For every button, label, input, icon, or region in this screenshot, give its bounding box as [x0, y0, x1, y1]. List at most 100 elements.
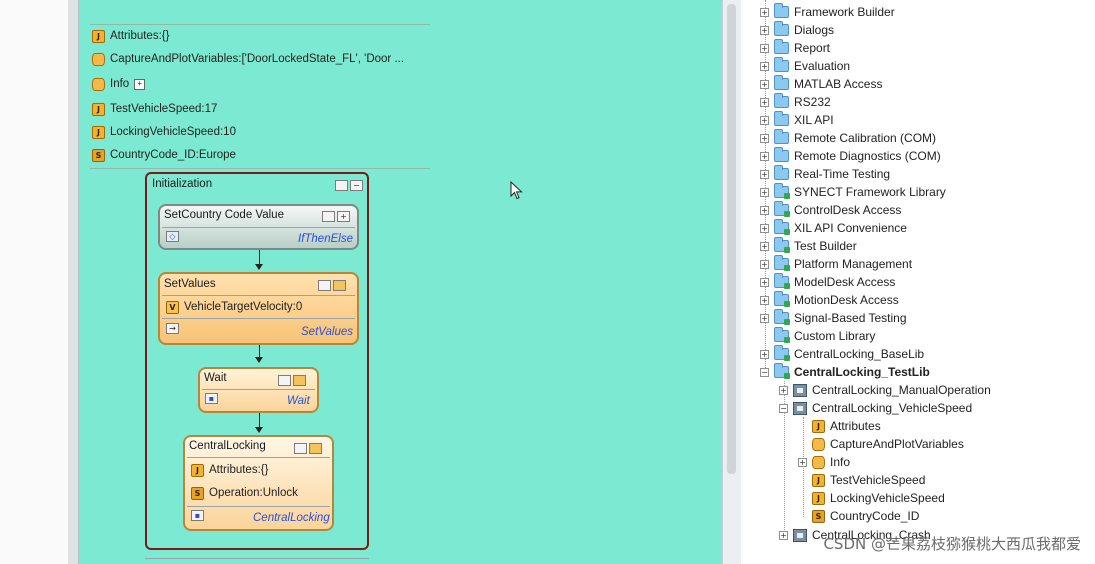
expand-icon[interactable]: + [760, 259, 769, 269]
expand-icon[interactable]: + [779, 385, 788, 395]
tree-folder-real-time-testing[interactable]: + Real-Time Testing [760, 165, 890, 183]
expand-icon[interactable]: + [760, 295, 769, 305]
wait-icon: ▪ [205, 393, 218, 404]
tree-child-capture-plot[interactable]: CaptureAndPlotVariables [798, 435, 964, 453]
tree-label: Report [794, 41, 831, 55]
tree-folder-evaluation[interactable]: + Evaluation [760, 57, 850, 75]
tree-child-test-vehicle-speed[interactable]: J TestVehicleSpeed [798, 471, 925, 489]
tree-label: MotionDesk Access [794, 293, 899, 307]
tree-folder-synect-framework-library[interactable]: + SYNECT Framework Library [760, 183, 946, 201]
expand-icon[interactable]: + [760, 79, 769, 89]
tree-folder-remote-calibration[interactable]: + Remote Calibration (COM) [760, 129, 936, 147]
expand-icon[interactable]: + [760, 97, 769, 107]
collapse-icon[interactable]: − [760, 367, 769, 377]
seq-item-test-vehicle-speed[interactable]: J TestVehicleSpeed:17 [92, 100, 217, 118]
expand-icon[interactable]: + [760, 277, 769, 287]
expand-icon[interactable]: + [760, 43, 769, 53]
collapse-icon[interactable]: − [779, 403, 788, 413]
expand-icon[interactable]: + [760, 115, 769, 125]
expand-icon[interactable]: + [760, 25, 769, 35]
initialization-title: Initialization [152, 178, 213, 190]
properties-icon[interactable] [318, 280, 331, 291]
expand-icon[interactable]: + [760, 7, 769, 17]
expand-icon[interactable]: + [760, 187, 769, 197]
collapse-icon[interactable]: − [350, 180, 363, 191]
tree-folder-test-builder[interactable]: + Test Builder [760, 237, 857, 255]
properties-icon[interactable] [294, 443, 307, 454]
seq-item-capture-plot[interactable]: CaptureAndPlotVariables:['DoorLockedStat… [92, 50, 404, 68]
step-item-vehicle-target-velocity[interactable]: V VehicleTargetVelocity:0 [166, 298, 302, 316]
parameter-icon: J [92, 102, 105, 116]
seq-item-country-code[interactable]: S CountryCode_ID:Europe [92, 146, 236, 164]
seq-item-attributes[interactable]: J Attributes:{} [92, 27, 169, 45]
properties-icon[interactable] [278, 375, 291, 386]
tree-label: XIL API [794, 113, 834, 127]
expand-icon[interactable]: + [134, 78, 146, 90]
open-icon[interactable] [293, 375, 306, 386]
step-link[interactable]: Wait [287, 395, 310, 407]
step-item-operation[interactable]: S Operation:Unlock [191, 484, 298, 502]
parameter-icon: J [92, 125, 105, 139]
tree-folder-centrallocking-baselib[interactable]: + CentralLocking_BaseLib [760, 345, 924, 363]
expand-icon[interactable]: + [760, 205, 769, 215]
open-icon[interactable] [309, 443, 322, 454]
expand-icon[interactable]: + [760, 349, 769, 359]
step-link[interactable]: SetValues [301, 326, 353, 338]
expand-icon[interactable]: + [798, 457, 807, 467]
canvas-vertical-scrollbar[interactable] [722, 0, 741, 564]
tree-folder-signal-based-testing[interactable]: + Signal-Based Testing [760, 309, 907, 327]
expand-icon[interactable]: + [760, 61, 769, 71]
tree-label: Info [830, 455, 851, 469]
tree-child-info[interactable]: + Info [798, 453, 850, 471]
left-margin [0, 0, 68, 564]
tree-folder-report[interactable]: + Report [760, 39, 830, 57]
flow-arrow [259, 345, 260, 357]
expand-icon[interactable]: + [760, 151, 769, 161]
expand-icon[interactable]: + [760, 241, 769, 251]
tree-folder-custom-library[interactable]: Custom Library [760, 327, 875, 345]
tree-folder-motiondesk-access[interactable]: + MotionDesk Access [760, 291, 899, 309]
step-item-attributes[interactable]: J Attributes:{} [191, 461, 268, 479]
step-title: SetValues [164, 278, 216, 290]
seq-item-locking-vehicle-speed[interactable]: J LockingVehicleSpeed:10 [92, 123, 236, 141]
expand-icon[interactable]: + [760, 223, 769, 233]
step-link[interactable]: CentralLocking [253, 512, 330, 524]
tree-sequence-manual-operation[interactable]: + CentralLocking_ManualOperation [779, 381, 991, 399]
tree-child-locking-vehicle-speed[interactable]: J LockingVehicleSpeed [798, 489, 945, 507]
properties-icon[interactable] [335, 180, 348, 191]
tree-folder-remote-diagnostics[interactable]: + Remote Diagnostics (COM) [760, 147, 941, 165]
seq-item-info[interactable]: Info + [92, 75, 146, 93]
expand-icon[interactable]: + [760, 169, 769, 179]
tree-folder-platform-management[interactable]: + Platform Management [760, 255, 912, 273]
step-link[interactable]: IfThenElse [298, 233, 353, 245]
flow-arrow [259, 250, 260, 264]
tree-folder-rs232[interactable]: + RS232 [760, 93, 831, 111]
tree-child-country-code[interactable]: S CountryCode_ID [798, 507, 919, 525]
tree-folder-modeldesk-access[interactable]: + ModelDesk Access [760, 273, 895, 291]
expand-icon[interactable]: + [760, 133, 769, 143]
tree-folder-dialogs[interactable]: + Dialogs [760, 21, 834, 39]
properties-icon[interactable] [322, 211, 335, 222]
initialization-window-buttons: − [335, 180, 363, 191]
parameter-icon: J [812, 491, 825, 505]
library-folder-icon [774, 201, 790, 217]
tree-folder-matlab-access[interactable]: + MATLAB Access [760, 75, 882, 93]
tree-folder-framework-builder[interactable]: + Framework Builder [760, 3, 895, 21]
tree-folder-centrallocking-testlib[interactable]: − CentralLocking_TestLib [760, 363, 930, 381]
expand-icon[interactable]: + [337, 211, 350, 222]
tree-folder-controldesk-access[interactable]: + ControlDesk Access [760, 201, 901, 219]
tree-folder-xil-api-convenience[interactable]: + XIL API Convenience [760, 219, 907, 237]
scrollbar-thumb[interactable] [727, 4, 736, 474]
expand-icon[interactable]: + [779, 530, 788, 540]
tree-folder-xil-api[interactable]: + XIL API [760, 111, 834, 129]
open-icon[interactable] [333, 280, 346, 291]
tree-child-attributes[interactable]: J Attributes [798, 417, 881, 435]
seq-item-label: CountryCode_ID:Europe [110, 149, 236, 161]
tree-label: MATLAB Access [794, 77, 883, 91]
flow-arrow-head [255, 357, 263, 363]
expand-icon[interactable]: + [760, 313, 769, 323]
tree-sequence-vehicle-speed[interactable]: − CentralLocking_VehicleSpeed [779, 399, 972, 417]
